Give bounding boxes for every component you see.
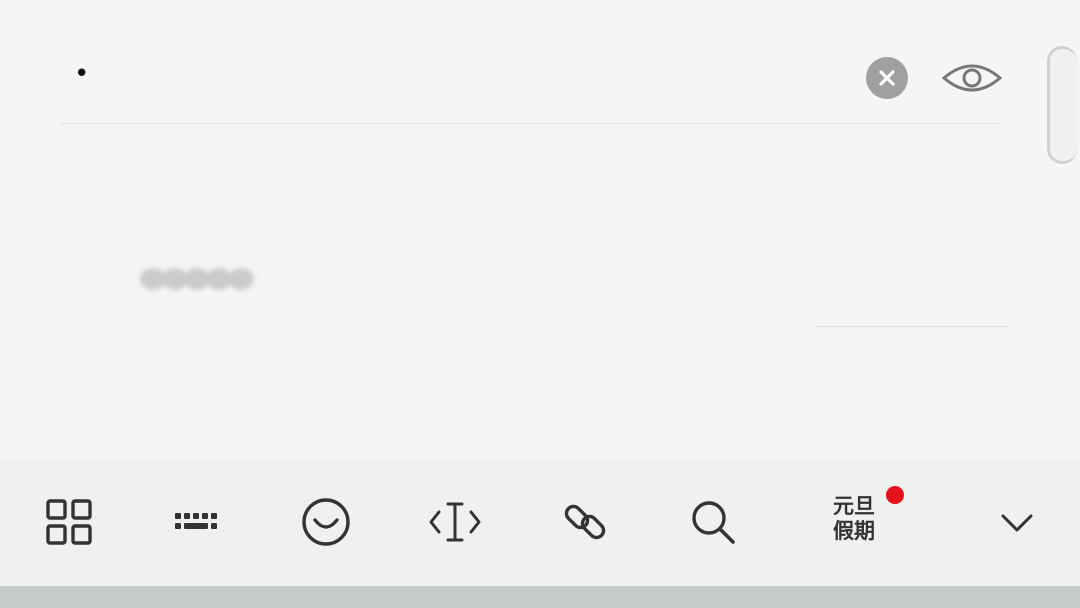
- keyboard-edge: [0, 586, 1080, 608]
- emoji-button[interactable]: [292, 490, 360, 554]
- password-value[interactable]: •: [74, 54, 93, 94]
- keyboard-icon: [175, 513, 217, 529]
- edge-scroll-handle[interactable]: [1047, 46, 1077, 164]
- screen: • 元旦 假期: [0, 0, 1080, 608]
- notification-badge: [886, 486, 904, 504]
- holiday-line1: 元旦: [833, 494, 875, 518]
- holiday-line2: 假期: [833, 519, 875, 543]
- collapse-toolbar-button[interactable]: [983, 490, 1051, 554]
- link-button[interactable]: [551, 490, 619, 554]
- grid-icon: [46, 499, 92, 545]
- cursor-icon: [429, 502, 481, 542]
- eye-icon: [941, 64, 1003, 92]
- grid-button[interactable]: [35, 490, 103, 554]
- chevron-down-icon: [1001, 514, 1033, 532]
- holiday-button[interactable]: 元旦 假期: [818, 486, 904, 554]
- keyboard-button[interactable]: [164, 490, 232, 554]
- toggle-visibility-button[interactable]: [940, 58, 1004, 98]
- search-button[interactable]: [679, 490, 747, 554]
- emoji-icon: [302, 498, 350, 546]
- link-icon: [564, 504, 606, 540]
- password-field[interactable]: •: [60, 40, 1020, 124]
- divider: [815, 326, 1010, 327]
- keyboard-toolbar: 元旦 假期: [0, 460, 1080, 586]
- blurred-text: [140, 262, 280, 296]
- cursor-button[interactable]: [421, 490, 489, 554]
- field-underline: [60, 123, 1000, 124]
- clear-x-icon: [879, 70, 895, 86]
- search-icon: [692, 501, 735, 544]
- clear-button[interactable]: [866, 57, 908, 99]
- holiday-label: 元旦 假期: [824, 494, 884, 544]
